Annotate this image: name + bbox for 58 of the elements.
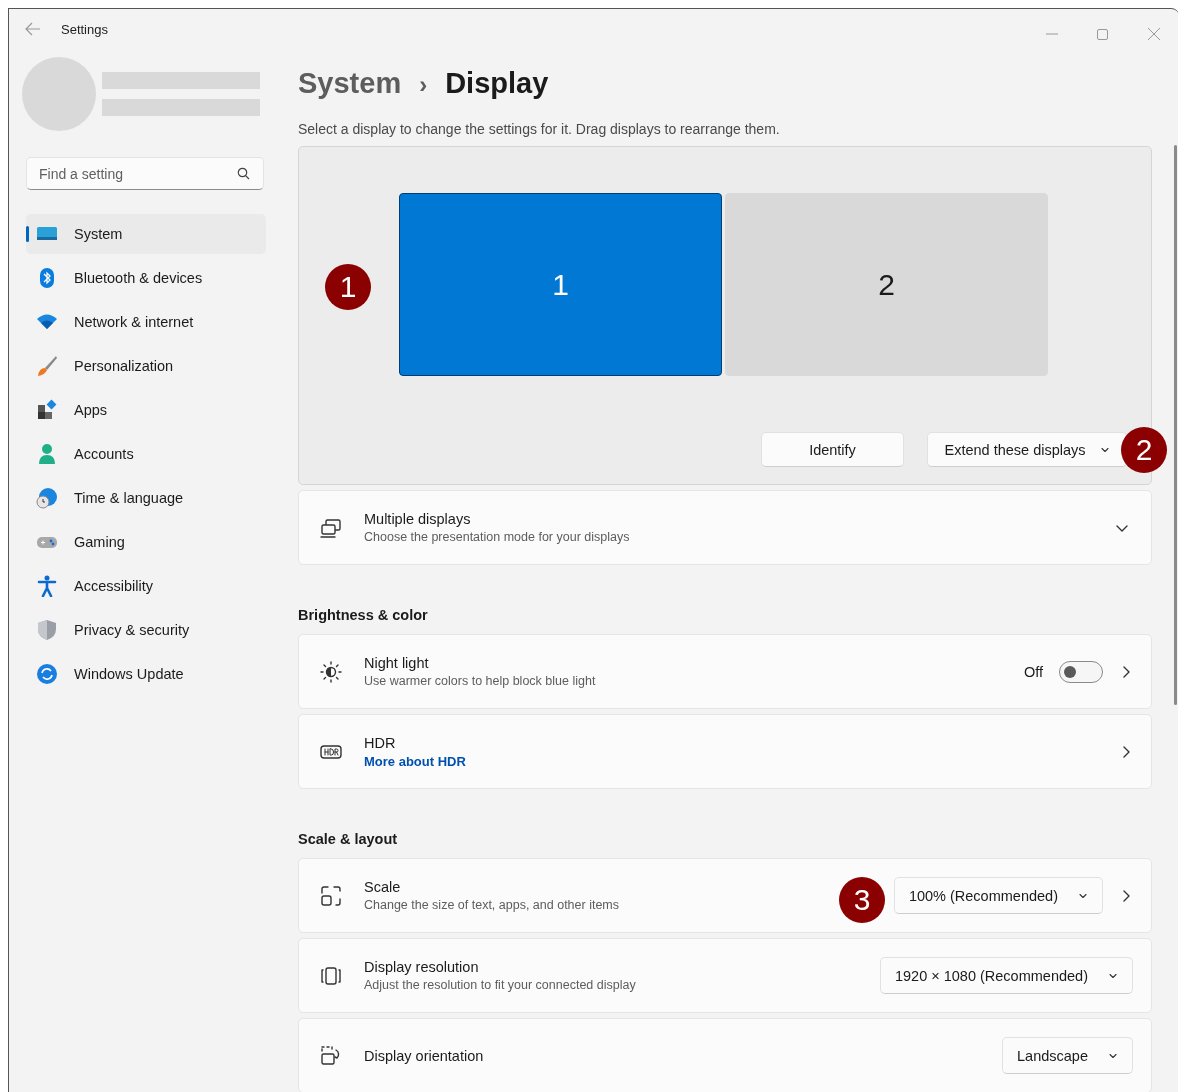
page-title: Display: [445, 67, 549, 100]
person-icon: [36, 443, 58, 465]
more-about-link[interactable]: More about HDR: [364, 753, 466, 769]
accessibility-icon: [36, 575, 58, 597]
nav-item[interactable]: Windows Update: [26, 654, 266, 694]
setting-description: Change the size of text, apps, and other items: [364, 898, 619, 912]
setting-title: HDR: [364, 734, 396, 751]
dropdown[interactable]: Landscape: [1002, 1037, 1133, 1074]
setting-description: Choose the presentation mode for your displays: [364, 530, 630, 544]
globe-clock-icon: [36, 487, 58, 509]
night-light-toggle[interactable]: [1059, 660, 1103, 683]
setting-title: Display orientation: [364, 1047, 484, 1064]
dropdown[interactable]: 1920 × 1080 (Recommended): [879, 957, 1133, 994]
nav-item[interactable]: Accounts: [26, 434, 266, 474]
setting-title: Scale: [364, 879, 401, 895]
nav-item[interactable]: Accessibility: [26, 566, 266, 606]
display-tile[interactable]: 2: [725, 193, 1048, 376]
update-icon: [36, 663, 58, 685]
instruction-text: Select a display to change the settings for it. Drag displays to rearrange them.: [298, 121, 781, 137]
setting-title: Night light: [364, 655, 429, 671]
identify-button[interactable]: Identify: [761, 432, 904, 467]
search-icon: [237, 167, 250, 180]
scale-icon: [319, 883, 343, 908]
display-mode-dropdown[interactable]: Extend these displays: [927, 432, 1127, 467]
selection-indicator: [26, 226, 29, 242]
maximize-icon[interactable]: [1097, 28, 1108, 40]
callout-marker: 3: [839, 877, 885, 923]
nav-item[interactable]: Time & language: [26, 478, 266, 518]
search-field[interactable]: Find a setting: [26, 157, 264, 190]
nav-item[interactable]: Bluetooth & devices: [26, 258, 266, 298]
section-heading: Brightness & color: [298, 607, 429, 623]
setting-description: Use warmer colors to help block blue light: [364, 674, 596, 688]
close-icon[interactable]: [1147, 28, 1160, 40]
paintbrush-icon: [36, 355, 58, 377]
nav-item[interactable]: System: [26, 214, 266, 254]
nav-item[interactable]: Apps: [26, 390, 266, 430]
minimize-icon[interactable]: [1045, 33, 1058, 35]
breadcrumb-link[interactable]: System: [298, 67, 402, 100]
apps-icon: [36, 399, 58, 421]
toggle-state-label: Off: [1023, 663, 1043, 680]
nav-item[interactable]: Personalization: [26, 346, 266, 386]
shield-icon: [36, 619, 58, 641]
scrollbar[interactable]: [1174, 145, 1177, 705]
dropdown[interactable]: 100% (Recommended): [893, 877, 1103, 914]
brightness-icon: [319, 659, 343, 684]
nav-item[interactable]: Gaming: [26, 522, 266, 562]
setting-description: Adjust the resolution to fit your connected display: [364, 978, 636, 992]
window-title: Settings: [61, 21, 108, 37]
nav-item[interactable]: Privacy & security: [26, 610, 266, 650]
callout-marker: 2: [1121, 427, 1167, 473]
back-arrow-icon[interactable]: [25, 22, 41, 36]
callout-marker: 1: [325, 264, 371, 310]
breadcrumb-separator: ›: [419, 71, 428, 99]
nav-item[interactable]: Network & internet: [26, 302, 266, 342]
setting-title: Display resolution: [364, 959, 479, 975]
display-tile[interactable]: 1: [399, 193, 722, 376]
section-heading: Scale & layout: [298, 831, 399, 847]
setting-title: Multiple displays: [364, 511, 471, 527]
